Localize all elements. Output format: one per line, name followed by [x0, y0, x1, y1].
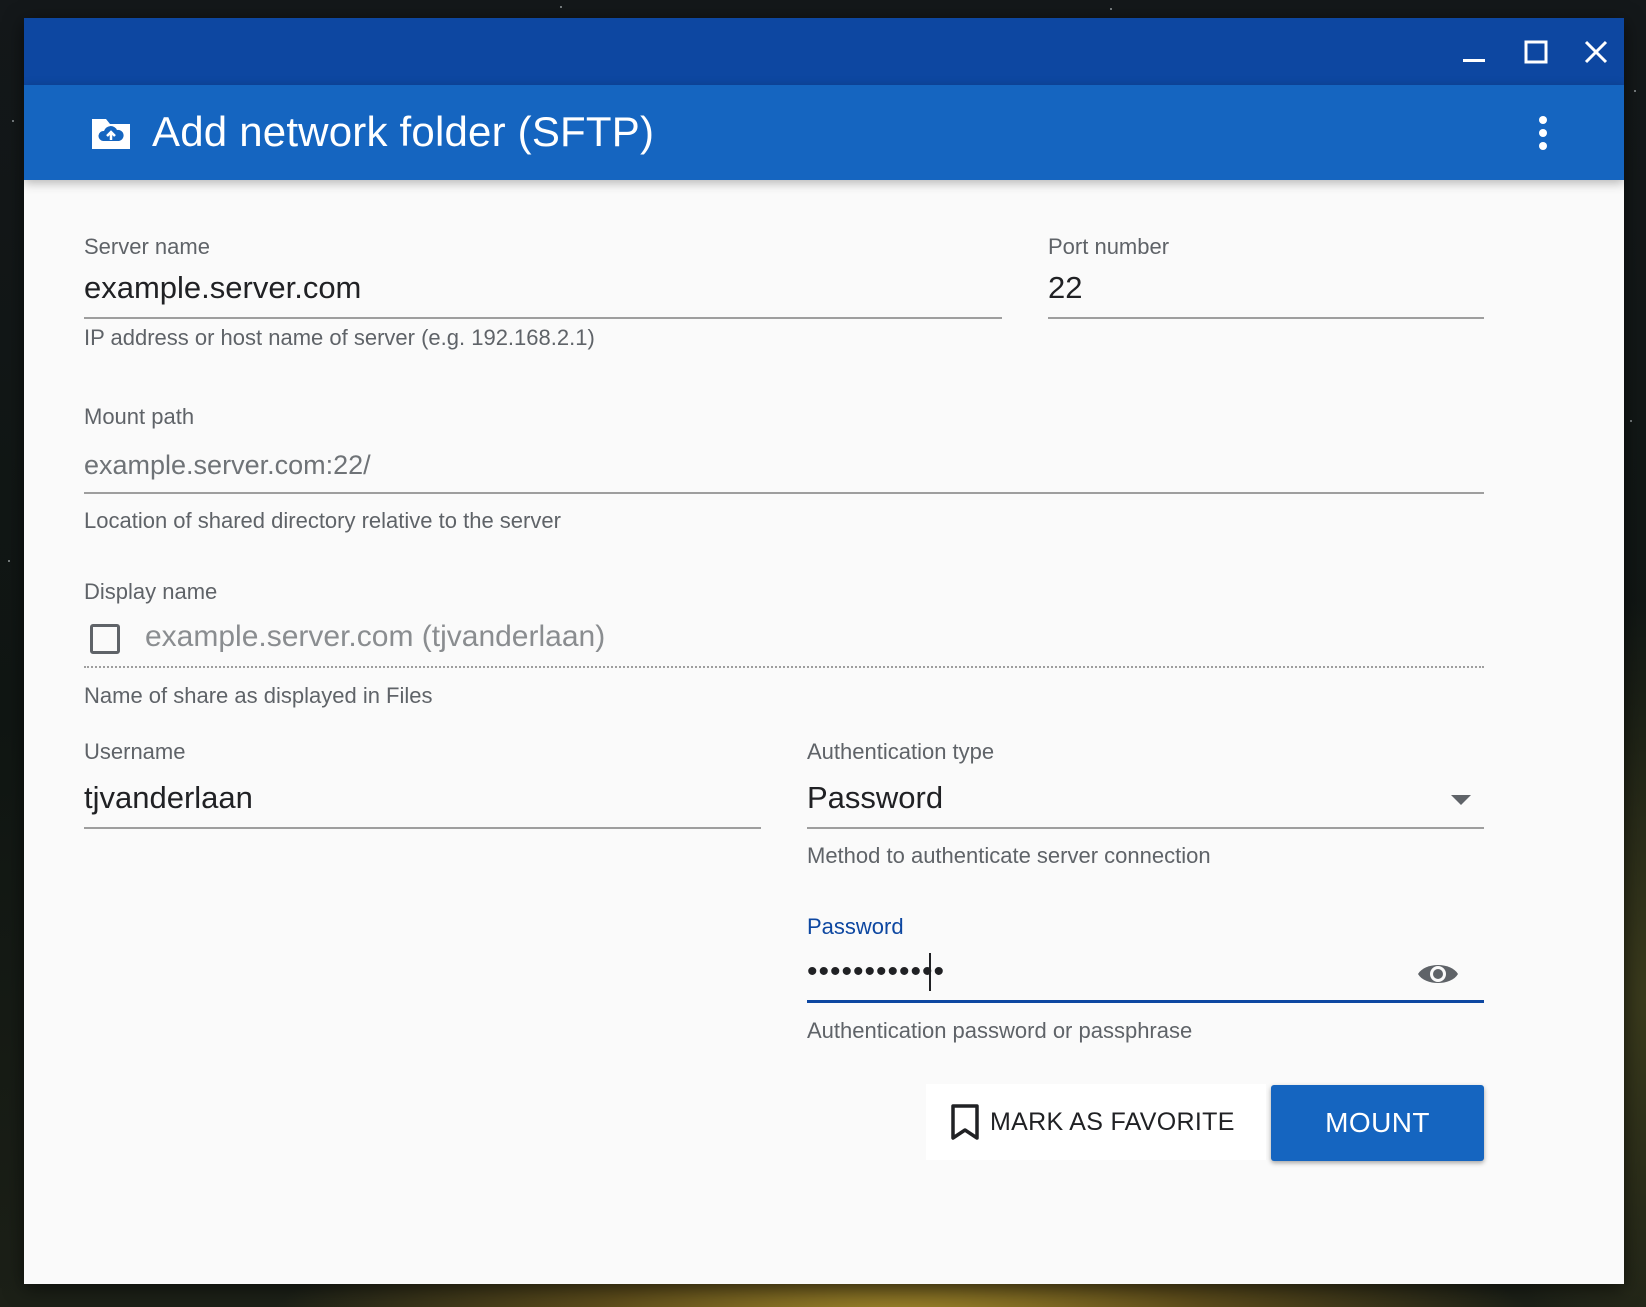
more-vertical-icon: [1539, 116, 1547, 150]
star: [1110, 8, 1112, 10]
close-button[interactable]: [1576, 32, 1616, 72]
star: [8, 560, 10, 562]
password-underline: [807, 1000, 1484, 1003]
auth-type-underline: [807, 827, 1484, 829]
display-name-label: Display name: [84, 579, 218, 604]
auth-type-select[interactable]: Password: [807, 779, 943, 817]
mount-button[interactable]: MOUNT: [1271, 1085, 1484, 1161]
app-bar: Add network folder (SFTP): [24, 85, 1624, 180]
mount-path-label: Mount path: [84, 404, 195, 429]
window-titlebar: [24, 18, 1624, 85]
chevron-down-icon[interactable]: [1451, 795, 1471, 805]
mount-path-input[interactable]: [84, 446, 1484, 484]
maximize-icon: [1524, 40, 1548, 64]
mount-path-helper: Location of shared directory relative to…: [84, 508, 561, 533]
password-input[interactable]: ••••••••••••: [807, 957, 945, 987]
password-helper: Authentication password or passphrase: [807, 1018, 1193, 1043]
server-name-input[interactable]: [84, 269, 1002, 307]
star: [560, 6, 562, 8]
maximize-button[interactable]: [1516, 32, 1556, 72]
username-input[interactable]: [84, 779, 761, 817]
port-number-input[interactable]: [1048, 269, 1484, 307]
mark-as-favorite-button[interactable]: MARK AS FAVORITE: [926, 1084, 1266, 1160]
text-caret: [929, 953, 931, 991]
bookmark-icon: [951, 1104, 979, 1140]
mount-path-underline: [84, 492, 1484, 494]
server-name-helper: IP address or host name of server (e.g. …: [84, 325, 595, 350]
minimize-button[interactable]: [1454, 32, 1494, 72]
star: [1634, 90, 1636, 92]
page-title: Add network folder (SFTP): [152, 108, 655, 155]
server-name-label: Server name: [84, 234, 210, 259]
cloud-folder-icon: [92, 119, 130, 149]
username-underline: [84, 827, 761, 829]
dialog-window: Add network folder (SFTP) Server name IP…: [24, 18, 1624, 1284]
server-name-underline: [84, 317, 1002, 319]
star: [12, 120, 14, 122]
auth-type-helper: Method to authenticate server connection: [807, 843, 1211, 868]
port-number-underline: [1048, 317, 1484, 319]
close-icon: [1584, 40, 1608, 64]
mount-label: MOUNT: [1325, 1107, 1430, 1138]
auth-type-label: Authentication type: [807, 739, 995, 764]
display-name-underline: [84, 666, 1484, 668]
display-name-value: example.server.com (tjvanderlaan): [145, 620, 606, 653]
port-number-label: Port number: [1048, 234, 1170, 259]
eye-icon: [1418, 965, 1458, 983]
username-label: Username: [84, 739, 186, 764]
toggle-password-visibility-button[interactable]: [1414, 956, 1462, 992]
minimize-icon: [1463, 59, 1485, 62]
mark-as-favorite-label: MARK AS FAVORITE: [990, 1107, 1235, 1136]
display-name-helper: Name of share as displayed in Files: [84, 683, 433, 708]
display-name-checkbox[interactable]: [90, 624, 120, 654]
more-options-button[interactable]: [1528, 111, 1558, 155]
star: [1630, 420, 1632, 422]
password-label: Password: [807, 914, 904, 939]
